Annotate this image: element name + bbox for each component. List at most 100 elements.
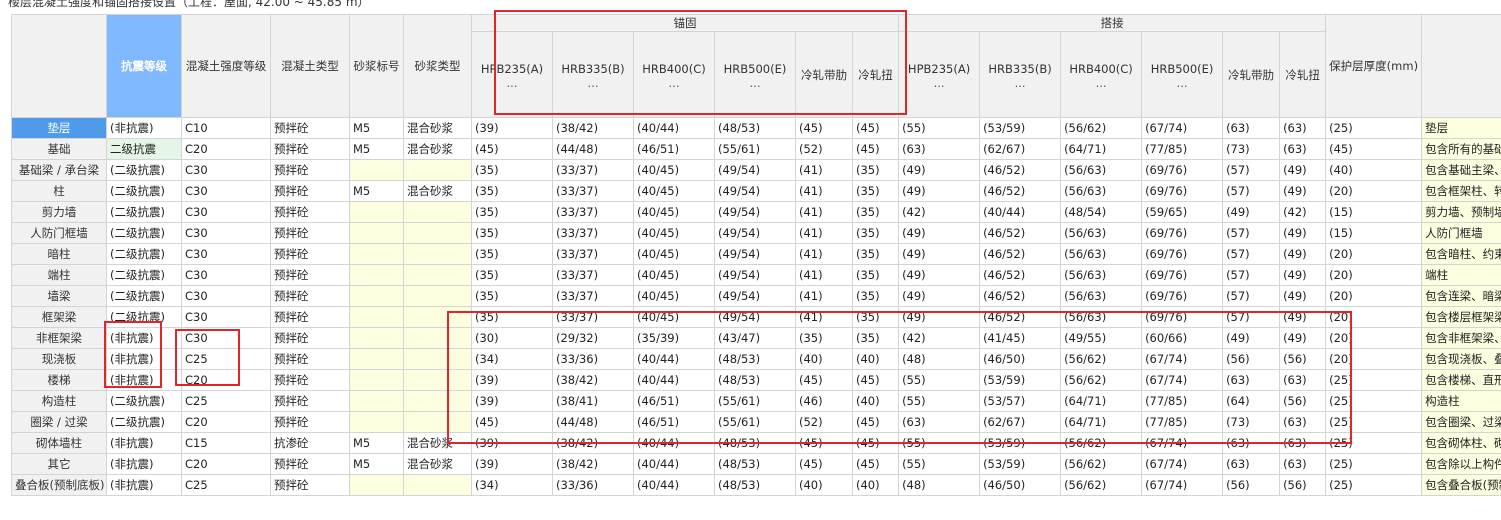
cover-thickness-cell[interactable]: (25) <box>1325 453 1423 475</box>
concrete-type-cell[interactable]: 预拌砼 <box>270 243 350 265</box>
anchorage-value-cell[interactable]: (40) <box>795 348 853 370</box>
anchorage-value-cell[interactable]: (48/53) <box>714 453 796 475</box>
mortar-grade-cell[interactable] <box>349 201 404 223</box>
mortar-grade-cell[interactable] <box>349 369 404 391</box>
anchorage-value-cell[interactable]: (40/45) <box>633 243 715 265</box>
lap-value-cell[interactable]: (60/66) <box>1141 327 1224 349</box>
seismic-grade-cell[interactable]: (二级抗震) <box>106 411 182 433</box>
cover-thickness-cell[interactable]: (40) <box>1325 159 1423 181</box>
row-header[interactable]: 构造柱 <box>11 390 107 412</box>
note-cell[interactable]: 包含砌体柱、砌体墙 <box>1421 432 1501 454</box>
row-header[interactable]: 剪力墙 <box>11 201 107 223</box>
anchorage-value-cell[interactable]: (33/37) <box>552 285 634 307</box>
mortar-type-cell[interactable] <box>403 201 472 223</box>
concrete-type-cell[interactable]: 预拌砼 <box>270 285 350 307</box>
lap-value-cell[interactable]: (55) <box>898 117 981 139</box>
anchorage-value-cell[interactable]: (41) <box>795 201 853 223</box>
cover-thickness-cell[interactable]: (15) <box>1325 222 1423 244</box>
mortar-type-cell[interactable] <box>403 285 472 307</box>
note-cell[interactable]: 包含框架柱、转换柱 <box>1421 180 1501 202</box>
seismic-grade-cell[interactable]: (非抗震) <box>106 369 182 391</box>
concrete-grade-cell[interactable]: C20 <box>181 411 271 433</box>
seismic-grade-cell[interactable]: (二级抗震) <box>106 306 182 328</box>
lap-value-cell[interactable]: (62/67) <box>979 138 1062 160</box>
anchorage-value-cell[interactable]: (49/54) <box>714 159 796 181</box>
seismic-grade-cell[interactable]: (二级抗震) <box>106 159 182 181</box>
anchorage-value-cell[interactable]: (39) <box>471 432 553 454</box>
anchorage-value-cell[interactable]: (46/51) <box>633 138 715 160</box>
anchorage-value-cell[interactable]: (38/41) <box>552 390 634 412</box>
anchorage-value-cell[interactable]: (45) <box>795 453 853 475</box>
lap-value-cell[interactable]: (56) <box>1222 348 1281 370</box>
concrete-type-cell[interactable]: 预拌砼 <box>270 474 350 496</box>
anchorage-value-cell[interactable]: (33/37) <box>552 180 634 202</box>
anchorage-value-cell[interactable]: (49/54) <box>714 264 796 286</box>
lap-value-cell[interactable]: (55) <box>898 453 981 475</box>
anchorage-value-cell[interactable]: (34) <box>471 348 553 370</box>
mortar-grade-cell[interactable] <box>349 264 404 286</box>
concrete-grade-cell[interactable]: C30 <box>181 243 271 265</box>
anchorage-value-cell[interactable]: (52) <box>795 138 853 160</box>
lap-value-cell[interactable]: (57) <box>1222 264 1281 286</box>
anchorage-value-cell[interactable]: (33/37) <box>552 306 634 328</box>
anchorage-value-cell[interactable]: (38/42) <box>552 453 634 475</box>
anchorage-value-cell[interactable]: (41) <box>795 222 853 244</box>
lap-value-cell[interactable]: (64/71) <box>1060 390 1143 412</box>
row-header[interactable]: 垫层 <box>11 117 107 139</box>
seismic-grade-cell[interactable]: (非抗震) <box>106 348 182 370</box>
lap-value-cell[interactable]: (56/63) <box>1060 264 1143 286</box>
anchorage-value-cell[interactable]: (33/37) <box>552 264 634 286</box>
anchorage-value-cell[interactable]: (41) <box>795 243 853 265</box>
table-row[interactable]: 基础 二级抗震 C20 预拌砼 M5 混合砂浆 (45) (44/48) (46/51) (55/… <box>11 138 1501 160</box>
concrete-grade-cell[interactable]: C10 <box>181 117 271 139</box>
lap-value-cell[interactable]: (63) <box>1279 117 1327 139</box>
lap-value-cell[interactable]: (49) <box>1279 285 1327 307</box>
lap-value-cell[interactable]: (46/52) <box>979 306 1062 328</box>
header-lap-steel-1[interactable]: HRB335(B)... <box>979 31 1062 118</box>
lap-value-cell[interactable]: (57) <box>1222 222 1281 244</box>
table-row[interactable]: 叠合板(预制底板) (非抗震) C25 预拌砼 (34) (33/36) (40/44) (4… <box>11 474 1501 496</box>
concrete-type-cell[interactable]: 预拌砼 <box>270 264 350 286</box>
header-anchor-steel-4[interactable]: 冷轧带肋 <box>795 31 853 118</box>
lap-value-cell[interactable]: (56/62) <box>1060 453 1143 475</box>
note-cell[interactable]: 包含楼层框架梁 <box>1421 306 1501 328</box>
seismic-grade-cell[interactable]: 二级抗震 <box>106 138 182 160</box>
lap-value-cell[interactable]: (49) <box>1279 327 1327 349</box>
anchorage-value-cell[interactable]: (45) <box>851 117 900 139</box>
cover-thickness-cell[interactable]: (20) <box>1325 306 1423 328</box>
lap-value-cell[interactable]: (64/71) <box>1060 411 1143 433</box>
cover-thickness-cell[interactable]: (20) <box>1325 348 1423 370</box>
header-lap-steel-2[interactable]: HRB400(C)... <box>1060 31 1143 118</box>
lap-value-cell[interactable]: (69/76) <box>1141 159 1224 181</box>
anchorage-value-cell[interactable]: (40) <box>851 348 900 370</box>
mortar-grade-cell[interactable]: M5 <box>349 138 404 160</box>
lap-value-cell[interactable]: (63) <box>1222 369 1281 391</box>
seismic-grade-cell[interactable]: (二级抗震) <box>106 285 182 307</box>
lap-value-cell[interactable]: (59/65) <box>1141 201 1224 223</box>
mortar-type-cell[interactable] <box>403 327 472 349</box>
anchorage-value-cell[interactable]: (45) <box>795 432 853 454</box>
lap-value-cell[interactable]: (40/44) <box>979 201 1062 223</box>
anchorage-value-cell[interactable]: (45) <box>851 453 900 475</box>
concrete-grade-cell[interactable]: C30 <box>181 306 271 328</box>
lap-value-cell[interactable]: (49) <box>1222 327 1281 349</box>
cover-thickness-cell[interactable]: (25) <box>1325 369 1423 391</box>
lap-value-cell[interactable]: (49) <box>1222 201 1281 223</box>
note-cell[interactable]: 包含非框架梁、井字梁 <box>1421 327 1501 349</box>
seismic-grade-cell[interactable]: (非抗震) <box>106 117 182 139</box>
note-cell[interactable]: 包含楼梯、直形梯段 <box>1421 369 1501 391</box>
anchorage-value-cell[interactable]: (55/61) <box>714 138 796 160</box>
mortar-type-cell[interactable]: 混合砂浆 <box>403 432 472 454</box>
mortar-type-cell[interactable]: 混合砂浆 <box>403 117 472 139</box>
anchorage-value-cell[interactable]: (35) <box>471 264 553 286</box>
lap-value-cell[interactable]: (67/74) <box>1141 432 1224 454</box>
table-row[interactable]: 墙梁 (二级抗震) C30 预拌砼 (35) (33/37) (40/45) (49/54)(… <box>11 285 1501 307</box>
lap-value-cell[interactable]: (56) <box>1279 474 1327 496</box>
anchorage-value-cell[interactable]: (38/42) <box>552 432 634 454</box>
table-row[interactable]: 非框架梁 (非抗震) C30 预拌砼 (30) (29/32) (35/39) (43/47)… <box>11 327 1501 349</box>
lap-value-cell[interactable]: (64) <box>1222 390 1281 412</box>
lap-value-cell[interactable]: (57) <box>1222 285 1281 307</box>
concrete-type-cell[interactable]: 预拌砼 <box>270 138 350 160</box>
anchorage-value-cell[interactable]: (35) <box>851 327 900 349</box>
mortar-grade-cell[interactable] <box>349 243 404 265</box>
